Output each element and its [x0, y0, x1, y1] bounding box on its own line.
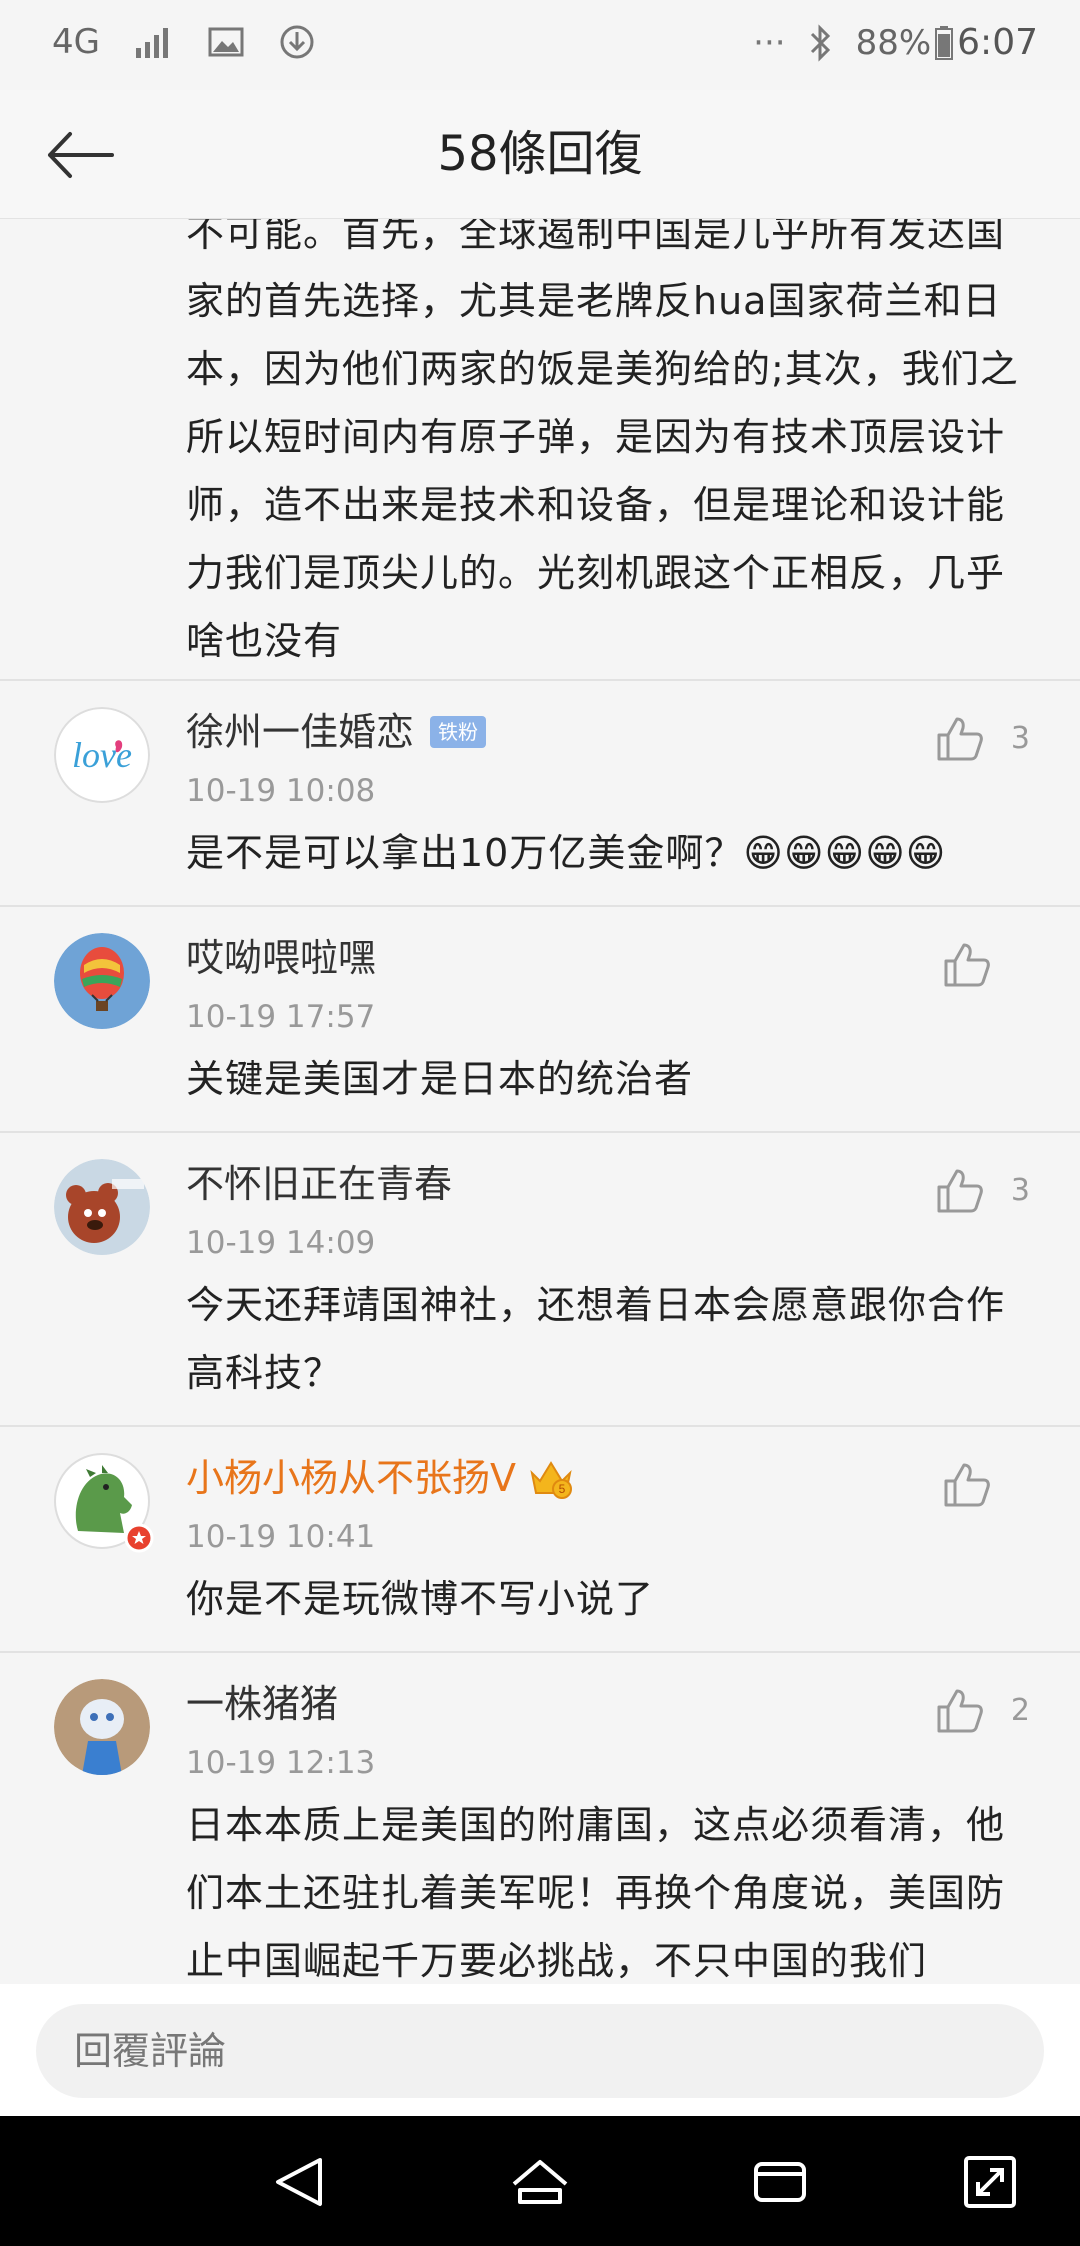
like-count: 3: [1010, 1172, 1030, 1208]
thumbs-up-icon: [937, 1169, 983, 1213]
comment-time: 10-19 12:13: [186, 1745, 376, 1781]
reply-bar: 回覆評論: [0, 1984, 1080, 2116]
page-title: 58條回復: [437, 126, 643, 182]
comment-item[interactable]: love 徐州一佳婚恋 铁粉 10-19 10:08 是不是可以拿出10万亿美金…: [0, 679, 1080, 905]
thumbs-up-icon: [944, 943, 990, 987]
svg-text:5: 5: [559, 1482, 566, 1496]
thumbs-up-icon: [937, 717, 983, 761]
avatar[interactable]: [54, 1159, 150, 1255]
avatar[interactable]: [54, 1453, 154, 1553]
comment-item[interactable]: 不怀旧正在青春 10-19 14:09 今天还拜靖国神社，还想着日本会愿意跟你合…: [0, 1131, 1080, 1425]
vip-crown-icon: 5: [530, 1461, 572, 1499]
like-button[interactable]: [942, 1459, 1018, 1509]
like-button[interactable]: 2: [935, 1685, 1030, 1735]
author-name[interactable]: 小杨小杨从不张扬V: [186, 1449, 516, 1507]
header-bar: 58條回復: [0, 90, 1080, 220]
comment-author[interactable]: 哎呦喂啦嘿: [186, 929, 1040, 987]
svg-text:love: love: [72, 735, 132, 775]
comment-time: 10-19 10:08: [186, 773, 376, 809]
status-bar: 4G ··· 88% 6:07: [0, 0, 1080, 90]
comment-list: love 徐州一佳婚恋 铁粉 10-19 10:08 是不是可以拿出10万亿美金…: [0, 679, 1080, 1984]
author-name[interactable]: 一株猪猪: [186, 1675, 338, 1733]
author-name[interactable]: 不怀旧正在青春: [186, 1155, 452, 1213]
battery-level: 88%: [855, 22, 932, 63]
network-4g-icon: 4G: [52, 22, 100, 62]
system-nav-bar: [0, 2116, 1080, 2246]
avatar[interactable]: love: [54, 707, 150, 803]
fan-badge: 铁粉: [430, 716, 487, 748]
signal-icon: [135, 28, 168, 58]
author-name[interactable]: 徐州一佳婚恋: [186, 703, 414, 761]
avatar[interactable]: [54, 933, 150, 1029]
comment-time: 10-19 17:57: [186, 999, 376, 1035]
comment-item[interactable]: 一株猪猪 10-19 12:13 日本本质上是美国的附庸国，这点必须看清，他们本…: [0, 1651, 1080, 1984]
comment-time: 10-19 10:41: [186, 1519, 376, 1555]
bluetooth-icon: [810, 23, 830, 62]
comment-time: 10-19 14:09: [186, 1225, 376, 1261]
comment-text: 你是不是玩微博不写小说了: [186, 1577, 655, 1621]
comment-list-scroll[interactable]: 不可能。首先，全球遏制中国是几乎所有发达国家的首先选择，尤其是老牌反hua国家荷…: [0, 219, 1080, 1984]
clock: 6:07: [957, 22, 1038, 63]
comment-author[interactable]: 一株猪猪: [186, 1675, 1040, 1733]
comment-text: 关键是美国才是日本的统治者: [186, 1057, 694, 1101]
nav-home-icon[interactable]: [510, 2152, 570, 2212]
author-name[interactable]: 哎呦喂啦嘿: [186, 929, 376, 987]
avatar[interactable]: [54, 1679, 150, 1775]
comment-author[interactable]: 小杨小杨从不张扬V 5: [186, 1449, 1040, 1507]
nav-expand-icon[interactable]: [960, 2152, 1020, 2212]
comment-author[interactable]: 不怀旧正在青春: [186, 1155, 1040, 1213]
download-icon: [280, 25, 314, 59]
comment-author[interactable]: 徐州一佳婚恋 铁粉: [186, 703, 1040, 761]
battery-icon: [935, 25, 954, 60]
comment-text: 是不是可以拿出10万亿美金啊？😁😁😁😁😁: [186, 831, 947, 875]
comment-text: 今天还拜靖国神社，还想着日本会愿意跟你合作高科技？: [186, 1283, 1006, 1395]
comment-text: 日本本质上是美国的附庸国，这点必须看清，他们本土还驻扎着美军呢！再换个角度说，美…: [186, 1803, 1006, 1983]
comment-item[interactable]: 小杨小杨从不张扬V 5 10-19 10:41 你是不是玩微博不写小说了: [0, 1425, 1080, 1651]
like-button[interactable]: [942, 939, 1018, 989]
comment-item[interactable]: 哎呦喂啦嘿 10-19 17:57 关键是美国才是日本的统治者: [0, 905, 1080, 1131]
verified-badge-icon: [124, 1523, 154, 1553]
reply-input[interactable]: 回覆評論: [36, 2004, 1044, 2098]
more-icon: ···: [753, 22, 786, 63]
thumbs-up-icon: [944, 1463, 990, 1507]
nav-recents-icon[interactable]: [750, 2152, 810, 2212]
nav-back-icon[interactable]: [270, 2152, 330, 2212]
previous-comment-text: 不可能。首先，全球遏制中国是几乎所有发达国家的首先选择，尤其是老牌反hua国家荷…: [186, 219, 1019, 663]
gallery-icon: [208, 27, 244, 57]
like-button[interactable]: 3: [935, 713, 1030, 763]
like-count: 2: [1010, 1692, 1030, 1728]
like-count: 3: [1010, 720, 1030, 756]
thumbs-up-icon: [937, 1689, 983, 1733]
like-button[interactable]: 3: [935, 1165, 1030, 1215]
